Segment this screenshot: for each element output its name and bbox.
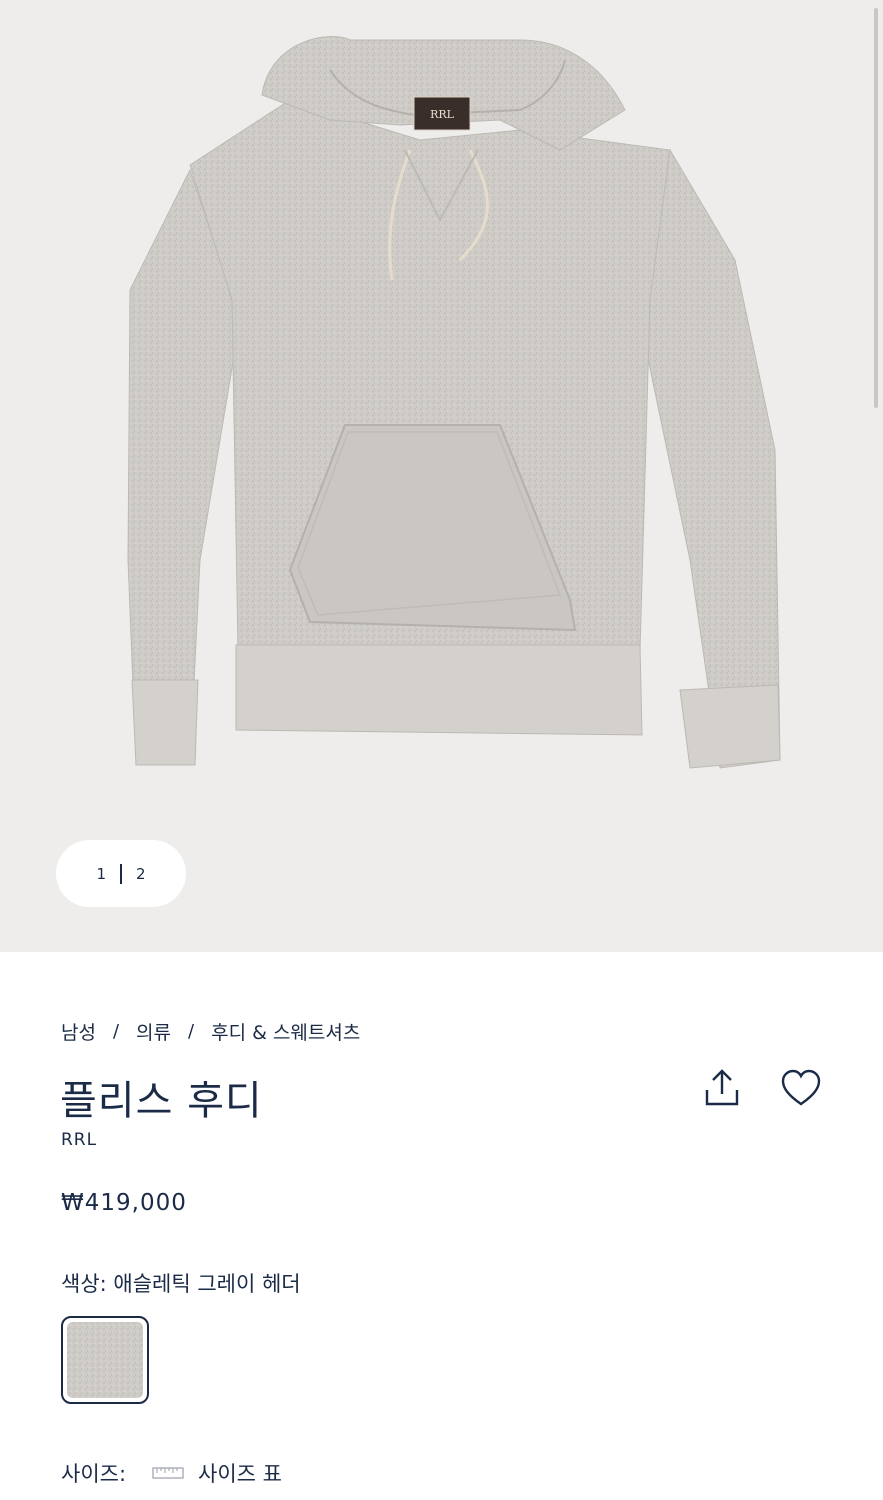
image-pager[interactable]: 1 2	[56, 840, 186, 907]
gallery-scrollbar[interactable]	[874, 8, 878, 408]
ruler-icon	[152, 1467, 184, 1479]
size-row: 사이즈: 사이즈 표	[61, 1458, 282, 1488]
pager-divider	[120, 863, 122, 884]
product-brand[interactable]: RRL	[61, 1130, 97, 1150]
share-button[interactable]	[700, 1066, 744, 1110]
share-icon	[705, 1069, 739, 1106]
breadcrumb-item-hoodies[interactable]: 후디 & 스웨트셔츠	[211, 1018, 360, 1045]
size-label: 사이즈:	[61, 1462, 127, 1486]
product-label-text: RRL	[430, 108, 455, 121]
wishlist-button[interactable]	[779, 1066, 823, 1110]
product-title: 플리스 후디	[60, 1078, 263, 1124]
breadcrumb-item-clothing[interactable]: 의류	[136, 1018, 171, 1045]
product-gallery[interactable]: RRL 1 2	[0, 0, 883, 952]
breadcrumb-separator: /	[112, 1021, 120, 1042]
product-price: ₩419,000	[61, 1190, 187, 1216]
color-label: 색상: 애슬레틱 그레이 헤더	[61, 1272, 301, 1296]
color-swatch-athletic-grey[interactable]	[61, 1316, 149, 1404]
breadcrumb-item-men[interactable]: 남성	[61, 1018, 96, 1045]
size-chart-label: 사이즈 표	[198, 1462, 283, 1486]
breadcrumb: 남성 / 의류 / 후디 & 스웨트셔츠	[61, 1018, 360, 1045]
product-image: RRL	[127, 36, 781, 769]
swatch-texture	[67, 1322, 143, 1398]
breadcrumb-separator: /	[188, 1021, 195, 1042]
pager-total: 2	[136, 864, 146, 883]
swatch-fill	[67, 1322, 143, 1398]
heart-icon	[781, 1069, 821, 1106]
pager-current: 1	[96, 864, 106, 883]
size-chart-link[interactable]: 사이즈 표	[152, 1458, 282, 1488]
